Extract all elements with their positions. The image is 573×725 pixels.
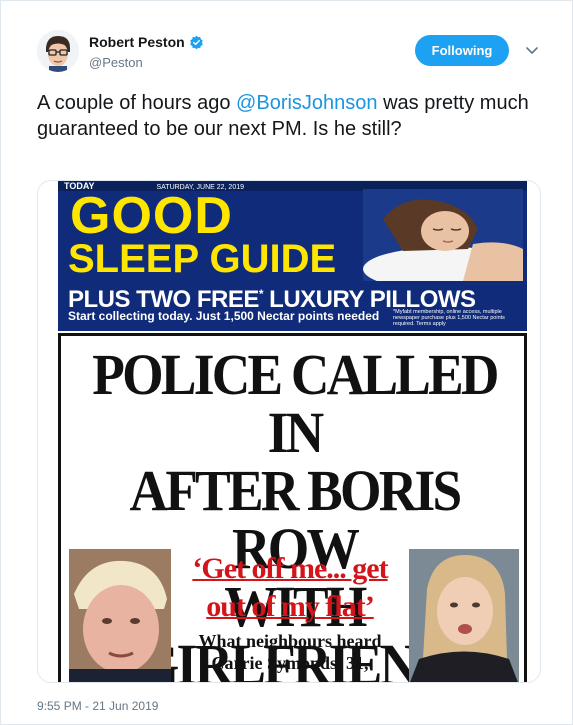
promo-sleep-guide: SLEEP GUIDE [68, 237, 337, 281]
tweet-text-before: A couple of hours ago [37, 92, 237, 114]
quote-headline: ‘Get off me... get out of my flat’ [179, 550, 401, 626]
sleeping-woman-photo [363, 189, 523, 281]
boris-photo-art [69, 549, 171, 682]
carrie-photo [409, 549, 519, 682]
promo-good: GOOD [70, 187, 233, 245]
newspaper-front-page: TODAY SATURDAY, JUNE 22, 2019 GOOD SLEEP… [58, 181, 527, 682]
headline-line-1: POLICE CALLED IN [92, 342, 499, 465]
quote-line-2: out of my flat’ [206, 590, 374, 623]
promo-collect: Start collecting today. Just 1,500 Necta… [68, 309, 380, 323]
tweet-timestamp[interactable]: 9:55 PM - 21 Jun 2019 [37, 699, 158, 713]
tweet-media-image[interactable]: TODAY SATURDAY, JUNE 22, 2019 GOOD SLEEP… [37, 180, 541, 683]
headline-box: POLICE CALLED IN AFTER BORIS ROW WITH GI… [58, 333, 527, 682]
carrie-photo-art [409, 549, 519, 682]
author-name[interactable]: Robert Peston [89, 34, 204, 50]
avatar-illustration [37, 30, 79, 72]
promo-fine-print: *Myfabt membership, online access, multi… [393, 309, 505, 327]
tweet-text: A couple of hours ago @BorisJohnson was … [37, 90, 537, 142]
chevron-down-icon[interactable] [524, 42, 540, 58]
following-button[interactable]: Following [415, 35, 509, 66]
subheadline-line-2: Carrie Symonds, 31, [211, 653, 369, 673]
quote-line-1: ‘Get off me... get [192, 552, 388, 585]
boris-photo [69, 549, 171, 682]
subheadline-line-1: What neighbours heard [198, 631, 382, 651]
avatar[interactable] [37, 30, 79, 72]
subheadline: What neighbours heard Carrie Symonds, 31… [177, 630, 403, 674]
mention-link[interactable]: @BorisJohnson [236, 92, 377, 114]
author-name-text[interactable]: Robert Peston [89, 34, 185, 50]
verified-badge-icon [189, 35, 203, 49]
author-handle[interactable]: @Peston [89, 55, 143, 70]
newspaper-masthead: TODAY SATURDAY, JUNE 22, 2019 GOOD SLEEP… [58, 181, 527, 331]
